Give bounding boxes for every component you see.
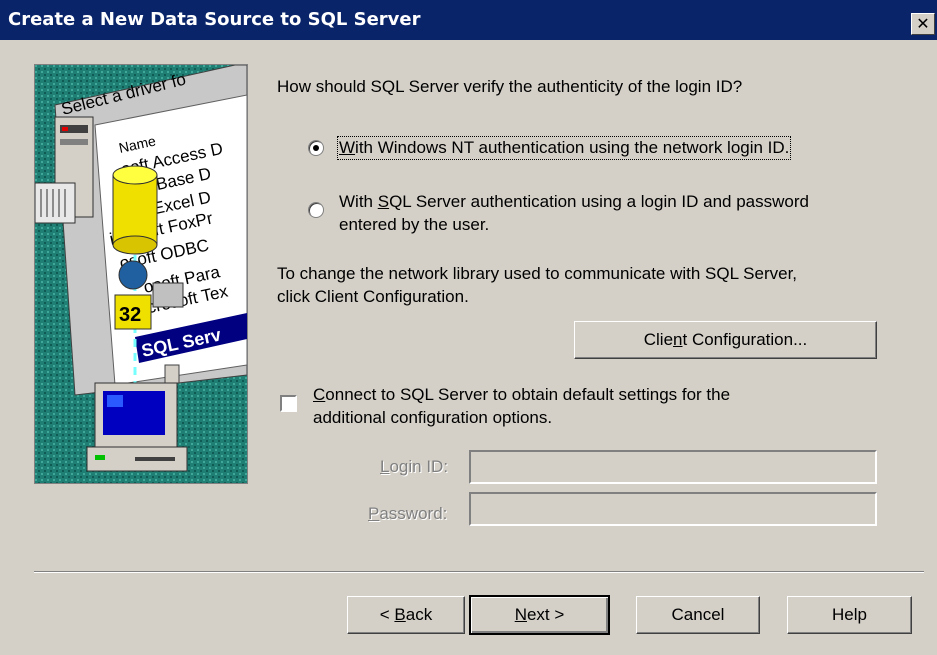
windows-auth-radio[interactable] xyxy=(308,140,324,156)
network-library-text: To change the network library used to co… xyxy=(277,264,798,306)
dialog-window: Create a New Data Source to SQL Server ✕… xyxy=(0,0,937,655)
sql-auth-radio[interactable] xyxy=(308,202,324,218)
wizard-illustration-graphic: Select a driver fo Name soft Access D of… xyxy=(35,65,247,483)
title-bar[interactable]: Create a New Data Source to SQL Server ✕ xyxy=(0,0,937,40)
password-label: Password: xyxy=(368,504,448,523)
connect-checkbox[interactable] xyxy=(280,395,297,412)
login-id-label: Login ID: xyxy=(380,457,449,476)
footer-separator xyxy=(34,571,924,573)
client-configuration-button[interactable]: Client Configuration... xyxy=(574,321,877,359)
connect-checkbox-label[interactable]: Connect to SQL Server to obtain default … xyxy=(313,383,730,429)
help-button[interactable]: Help xyxy=(787,596,912,634)
auth-question-text: How should SQL Server verify the authent… xyxy=(277,77,743,96)
badge-32-text: 32 xyxy=(119,304,141,326)
odbc-wizard-illustration: Select a driver fo Name soft Access D of… xyxy=(34,64,248,484)
login-id-input[interactable] xyxy=(469,450,877,484)
back-button[interactable]: < Back xyxy=(347,596,465,634)
password-input[interactable] xyxy=(469,492,877,526)
window-title: Create a New Data Source to SQL Server xyxy=(8,9,421,30)
windows-auth-label[interactable]: With Windows NT authentication using the… xyxy=(336,136,792,160)
sql-auth-label[interactable]: With SQL Server authentication using a l… xyxy=(339,190,809,236)
next-button[interactable]: Next > xyxy=(469,595,610,635)
cancel-button[interactable]: Cancel xyxy=(636,596,760,634)
close-button[interactable]: ✕ xyxy=(911,13,935,35)
